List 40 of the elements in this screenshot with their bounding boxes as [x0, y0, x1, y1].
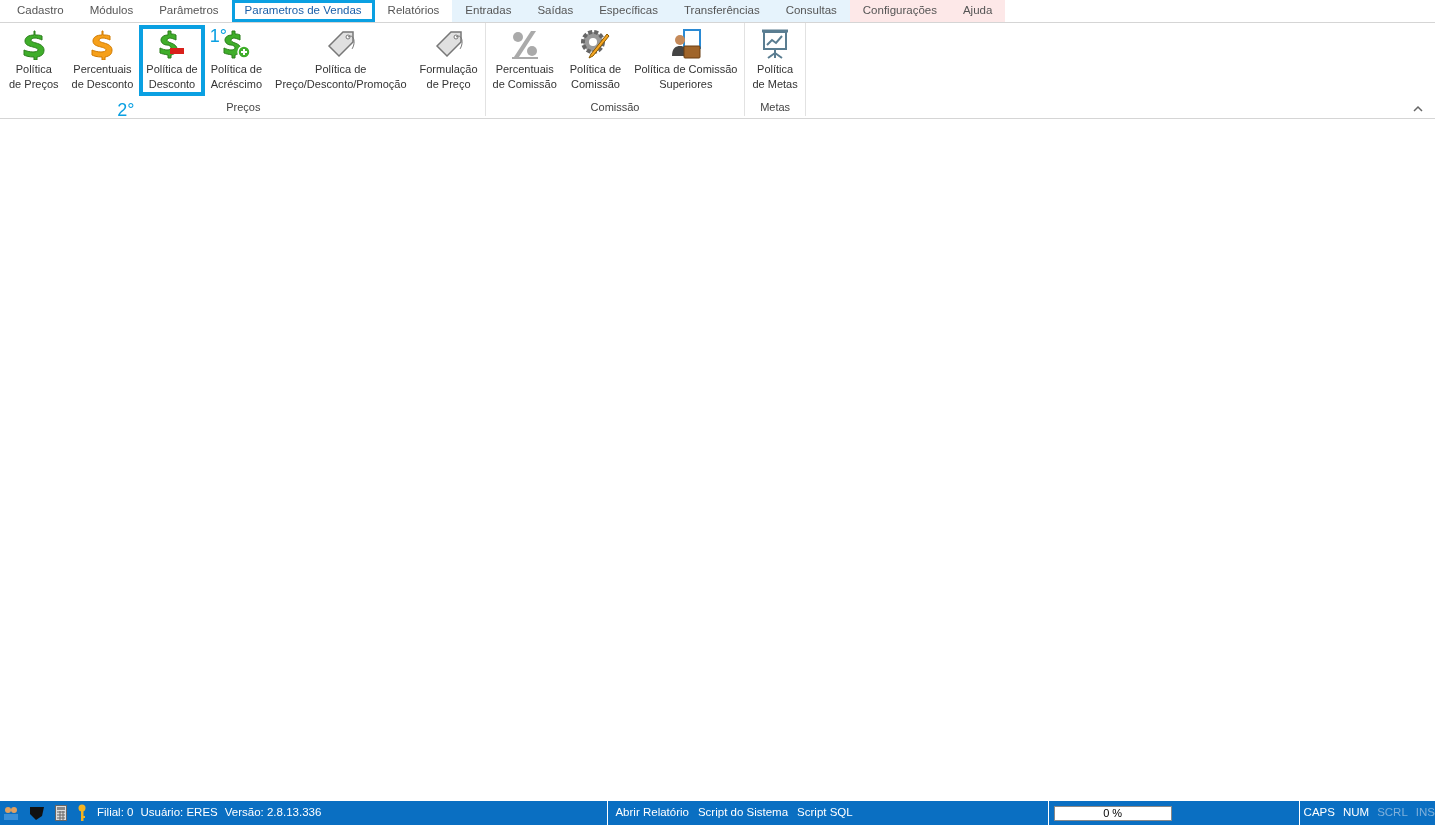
ribbon-button[interactable]: Percentuais de Desconto: [66, 27, 139, 94]
ribbon-tab[interactable]: Específicas: [586, 0, 671, 22]
person-briefcase-icon: [669, 28, 702, 60]
ribbon-button[interactable]: Política de Metas: [747, 27, 803, 94]
status-text: Versão: 2.8.13.336: [224, 805, 322, 821]
key-indicator: NUM: [1342, 805, 1370, 821]
key-indicator: SCRL: [1377, 805, 1408, 821]
collapse-chevron-icon[interactable]: [1413, 105, 1423, 112]
ribbon-button[interactable]: Formulação de Preço: [414, 27, 483, 94]
ribbon-tab[interactable]: Ajuda: [949, 0, 1006, 22]
calculator-icon[interactable]: [55, 805, 67, 821]
ribbon-button[interactable]: Política de Preços: [4, 27, 64, 94]
ribbon-tab[interactable]: Consultas: [772, 0, 850, 22]
status-link[interactable]: Abrir Relatório: [615, 804, 689, 822]
step-number: 2°: [117, 101, 135, 119]
ribbon-button[interactable]: Política de Desconto: [141, 27, 203, 94]
key-indicator: INS: [1415, 805, 1435, 821]
progress-reading: 0 %: [1102, 806, 1124, 820]
key-icon[interactable]: [77, 804, 87, 822]
shield-icon[interactable]: [29, 805, 45, 821]
ribbon-tab[interactable]: Entradas: [452, 0, 525, 22]
group-label: Preços: [226, 101, 261, 114]
group-label: Metas: [760, 101, 791, 114]
ribbon-button[interactable]: Política de Comissão: [564, 27, 627, 94]
status-text: Usuário: ERES: [140, 805, 218, 821]
status-link[interactable]: Script do Sistema: [697, 804, 789, 822]
ribbon-tab[interactable]: Saídas: [524, 0, 587, 22]
step-number: 1°: [209, 27, 227, 45]
group-label: Comissão: [590, 101, 640, 114]
ribbon-tab[interactable]: Transferências: [671, 0, 773, 22]
ribbon-tab[interactable]: Configurações: [849, 0, 950, 22]
ribbon-button[interactable]: Política de Comissão Superiores: [629, 27, 743, 94]
ribbon-button[interactable]: Política de Preço/Desconto/Promoção: [270, 27, 412, 94]
users-icon[interactable]: [3, 805, 19, 821]
ribbon-tab[interactable]: Parametros de Vendas: [231, 0, 375, 22]
key-indicator: CAPS: [1303, 805, 1335, 821]
status-link[interactable]: Script SQL: [797, 804, 853, 822]
status-text: Filial: 0: [97, 805, 134, 821]
ribbon-button[interactable]: Percentuais de Comissão: [487, 27, 562, 94]
gear-pencil-icon: [579, 28, 612, 60]
